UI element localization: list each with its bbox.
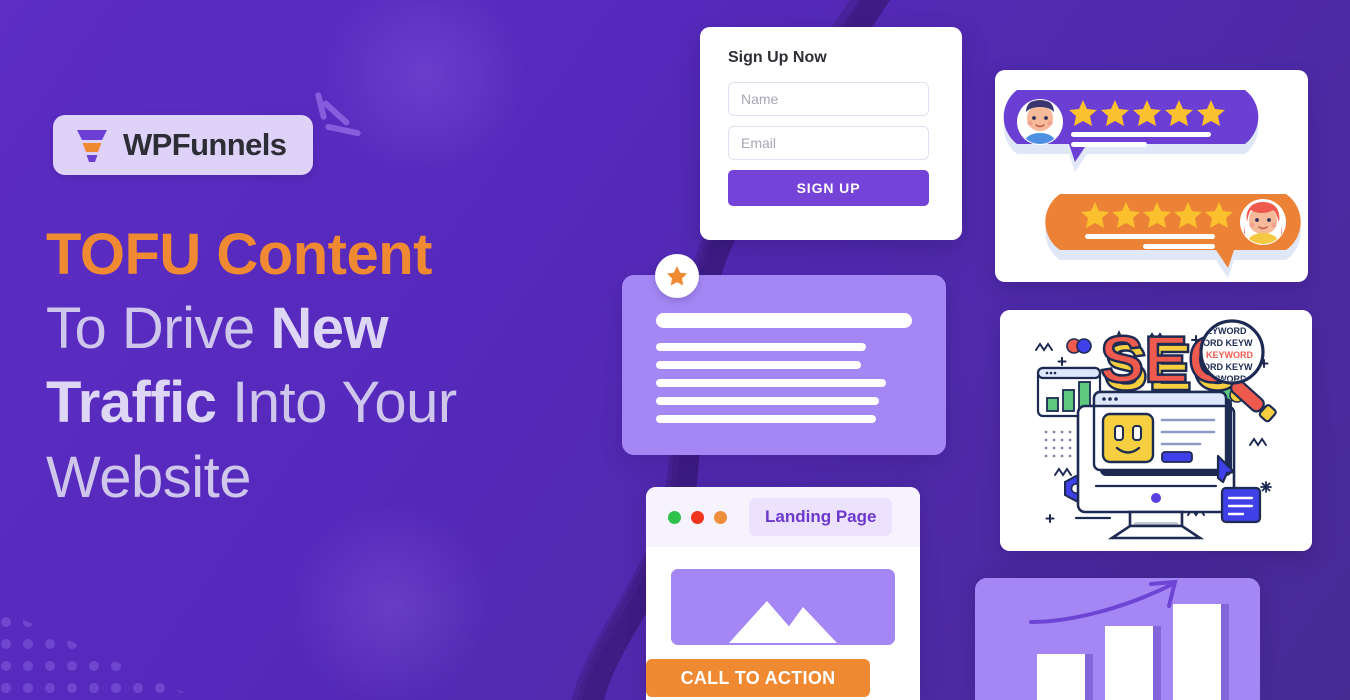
- review-bubble-primary: [1003, 90, 1259, 172]
- review-text-line: [1071, 132, 1211, 137]
- name-input-placeholder: Name: [741, 91, 779, 107]
- chart-bar: [1046, 397, 1059, 412]
- sparkle-lines-icon: [315, 92, 361, 137]
- smiley-face-icon: [1101, 412, 1155, 464]
- window-close-dot[interactable]: [691, 510, 704, 524]
- image-placeholder-icon: [729, 601, 837, 643]
- headline-line-3-light: Into Your: [216, 370, 457, 436]
- content-line: [656, 343, 866, 351]
- growth-bar: [1173, 604, 1221, 700]
- growth-chart-illustration: [975, 578, 1260, 700]
- growth-bar: [1037, 654, 1085, 700]
- content-line: [656, 397, 879, 405]
- review-text-line: [1085, 234, 1215, 239]
- signup-form-card: Sign Up Now Name Email SIGN UP: [700, 27, 962, 240]
- asterisk-decoration: [1260, 481, 1272, 493]
- brand-name: WPFunnels: [123, 127, 287, 162]
- email-input[interactable]: Email: [728, 126, 929, 160]
- brand-logo[interactable]: WPFunnels: [53, 115, 313, 175]
- growth-bar: [1105, 626, 1153, 700]
- headline-line-3-bold: Traffic: [46, 370, 217, 436]
- name-input[interactable]: Name: [728, 82, 929, 116]
- browser-tab-landing-page[interactable]: Landing Page: [749, 498, 893, 536]
- email-input-placeholder: Email: [741, 135, 777, 151]
- svg-text:KEYWORD: KEYWORD: [1206, 350, 1254, 360]
- banner-canvas: WPFunnels TOFU Content To Drive New Traf…: [0, 0, 1350, 700]
- circle-decoration: [1076, 338, 1092, 354]
- landing-page-mockup: Landing Page CALL TO ACTION: [646, 487, 920, 700]
- content-line: [656, 361, 861, 369]
- star-icon: [667, 266, 687, 286]
- browser-cta-button: [1161, 451, 1193, 463]
- browser-title-bar: Landing Page: [646, 487, 920, 547]
- content-line: [656, 415, 877, 423]
- seo-illustration-card: SEO SEO EYWORD ORD KEYW KEYWORD ORD KEYW…: [1000, 310, 1312, 551]
- seo-illustration: SEO SEO EYWORD ORD KEYW KEYWORD ORD KEYW…: [1000, 310, 1312, 551]
- signup-submit-button[interactable]: SIGN UP: [728, 170, 929, 206]
- signup-form-title: Sign Up Now: [728, 49, 827, 66]
- star-badge: [655, 254, 699, 298]
- testimonial-illustration: [1003, 90, 1301, 278]
- growth-chart-card: [975, 578, 1260, 700]
- browser-window-front: [1092, 390, 1228, 472]
- hero-image-placeholder: [671, 569, 895, 645]
- headline-line-4: Website: [46, 444, 251, 510]
- review-text-line: [1143, 244, 1215, 249]
- svg-text:ORD KEYW: ORD KEYW: [1203, 362, 1253, 372]
- funnel-icon: [77, 130, 107, 162]
- page-title: TOFU Content To Drive New Traffic Into Y…: [46, 218, 606, 515]
- review-text-line: [1071, 142, 1147, 147]
- chart-bar: [1062, 389, 1075, 412]
- headline-line-2-light: To Drive: [46, 296, 271, 362]
- review-bubble-secondary: [1045, 194, 1301, 278]
- bottom-left-dot-triangle: [0, 609, 200, 700]
- headline-line-1: TOFU Content: [46, 222, 432, 287]
- call-to-action-button[interactable]: CALL TO ACTION: [646, 659, 870, 697]
- window-minimize-dot[interactable]: [668, 510, 681, 524]
- svg-text:ORD KEYW: ORD KEYW: [1203, 338, 1253, 348]
- testimonial-reviews-card: [995, 70, 1308, 282]
- headline-line-2-bold: New: [270, 296, 389, 362]
- content-preview-card: [622, 275, 946, 455]
- window-maximize-dot[interactable]: [714, 510, 727, 524]
- content-line: [656, 379, 887, 387]
- content-line-title: [656, 313, 912, 328]
